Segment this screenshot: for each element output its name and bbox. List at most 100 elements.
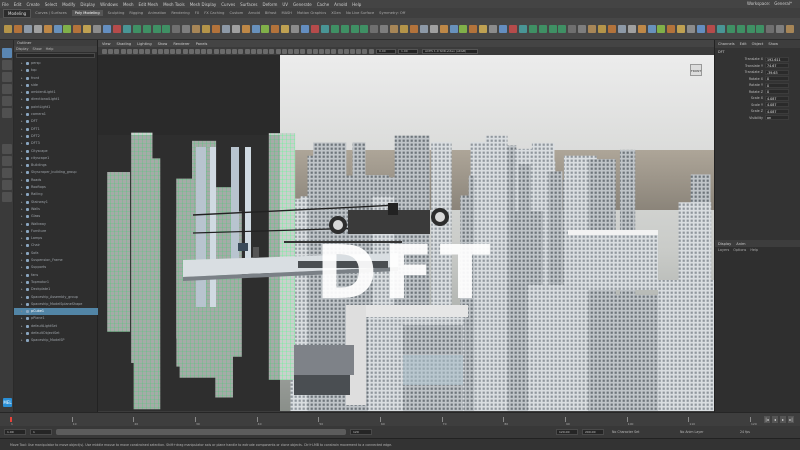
mirror-icon[interactable] — [152, 25, 161, 33]
bridge-icon[interactable] — [489, 25, 498, 33]
sculpt-icon[interactable] — [786, 25, 795, 33]
viewport-toolbar-icon[interactable] — [232, 48, 238, 54]
menu-create[interactable]: Create — [26, 2, 39, 7]
step-back-icon[interactable]: ◂ — [772, 416, 778, 423]
mirror-icon[interactable] — [548, 25, 557, 33]
expand-arrow-icon[interactable]: ▸ — [21, 126, 23, 133]
torus-icon[interactable] — [43, 25, 52, 33]
expand-arrow-icon[interactable]: ▸ — [21, 323, 23, 330]
outliner-item[interactable]: ▸ Spaceship_Assembly_group — [14, 294, 98, 301]
viewport-toolbar-icon[interactable] — [294, 48, 300, 54]
viewport-toolbar-icon[interactable] — [108, 48, 114, 54]
expand-arrow-icon[interactable]: ▸ — [21, 184, 23, 191]
plane-icon[interactable] — [33, 25, 42, 33]
cylinder-icon[interactable] — [23, 25, 32, 33]
live-surface-label[interactable]: No Live Surface — [346, 11, 374, 15]
viewport-toolbar-icon[interactable] — [170, 48, 176, 54]
extrude-icon[interactable] — [83, 25, 92, 33]
menu-surfaces[interactable]: Surfaces — [240, 2, 257, 7]
viewport-toolbar-icon[interactable] — [250, 48, 256, 54]
extrude-icon[interactable] — [677, 25, 686, 33]
step-forward-icon[interactable]: ▸| — [788, 416, 794, 423]
playback-end-field[interactable]: 120 — [350, 429, 372, 435]
paint-select-tool-icon[interactable] — [2, 72, 12, 82]
fill-hole-icon[interactable] — [706, 25, 715, 33]
outliner-item[interactable]: ▸ Rooftops — [14, 184, 98, 191]
menu-generate[interactable]: Generate — [293, 2, 312, 7]
quadrangulate-icon[interactable] — [172, 25, 181, 33]
viewport-toolbar-icon[interactable] — [238, 48, 244, 54]
channel-value[interactable]: 192.611 — [765, 56, 789, 62]
bridge-icon[interactable] — [93, 25, 102, 33]
expand-arrow-icon[interactable]: ▸ — [21, 272, 23, 279]
character-set-dropdown[interactable]: No Character Set — [612, 430, 639, 434]
smooth-icon[interactable] — [142, 25, 151, 33]
viewport-toolbar-icon[interactable] — [176, 48, 182, 54]
expand-arrow-icon[interactable]: ▸ — [21, 140, 23, 147]
scale-tool-icon[interactable] — [2, 108, 12, 118]
animation-end2-field[interactable]: 200.00 — [582, 429, 604, 435]
outliner-item[interactable]: ▸ Topmotor1 — [14, 279, 98, 286]
shelf-tab-mash[interactable]: MASH — [281, 11, 292, 15]
shelf-tab-sculpting[interactable]: Sculpting — [108, 11, 125, 15]
outliner-item[interactable]: ▸ Cityscape — [14, 148, 98, 155]
expand-arrow-icon[interactable]: ▸ — [21, 221, 23, 228]
bevel-icon[interactable] — [103, 25, 111, 33]
expand-arrow-icon[interactable]: ▸ — [21, 118, 23, 125]
camera-far-field[interactable]: 1.00 — [398, 48, 418, 54]
viewport-toolbar-icon[interactable] — [145, 48, 151, 54]
layer-tab-display[interactable]: Display — [718, 242, 731, 246]
channel-box-tab-object[interactable]: Object — [752, 42, 764, 46]
panel-menu-lighting[interactable]: Lighting — [137, 42, 152, 46]
extrude-icon[interactable] — [479, 25, 488, 33]
outliner-item[interactable]: ▸ camera1 — [14, 111, 98, 118]
cube-icon[interactable] — [202, 25, 210, 33]
viewport-toolbar-icon[interactable] — [288, 48, 293, 54]
expand-arrow-icon[interactable]: ▸ — [21, 337, 23, 344]
viewport-toolbar-icon[interactable] — [257, 48, 262, 54]
outliner-item[interactable]: ▸ Furniture — [14, 228, 98, 235]
boolean-icon[interactable] — [330, 25, 339, 33]
cone-icon[interactable] — [251, 25, 260, 33]
viewport-toolbar-icon[interactable] — [362, 48, 368, 54]
plane-icon[interactable] — [627, 25, 636, 33]
outliner-item[interactable]: ▸ Supports — [14, 264, 98, 271]
panel-menu-panels[interactable]: Panels — [196, 42, 208, 46]
menu-cache[interactable]: Cache — [317, 2, 329, 7]
expand-arrow-icon[interactable]: ▸ — [21, 213, 23, 220]
mirror-icon[interactable] — [350, 25, 359, 33]
boolean-icon[interactable] — [726, 25, 735, 33]
viewport-toolbar-icon[interactable] — [201, 48, 207, 54]
outliner-item[interactable]: ▸ Sofa — [14, 250, 98, 257]
menu-mesh[interactable]: Mesh — [123, 2, 134, 7]
channel-value[interactable]: 0 — [765, 89, 789, 95]
menu-edit[interactable]: Edit — [14, 2, 22, 7]
expand-arrow-icon[interactable]: ▸ — [21, 315, 23, 322]
torus-icon[interactable] — [637, 25, 646, 33]
channel-value[interactable]: 74.67 — [765, 63, 789, 69]
bridge-icon[interactable] — [687, 25, 696, 33]
viewport-toolbar-icon[interactable] — [343, 48, 349, 54]
quadrangulate-icon[interactable] — [568, 25, 577, 33]
expand-arrow-icon[interactable]: ▸ — [21, 301, 23, 308]
menu-deform[interactable]: Deform — [262, 2, 277, 7]
cone-icon[interactable] — [53, 25, 62, 33]
uv-icon[interactable] — [380, 25, 389, 33]
viewport-toolbar-icon[interactable] — [319, 48, 324, 54]
viewport-toolbar-icon[interactable] — [312, 48, 318, 54]
sphere-icon[interactable] — [409, 25, 418, 33]
outliner-item[interactable]: ▸ Chair — [14, 242, 98, 249]
expand-arrow-icon[interactable]: ▸ — [21, 169, 23, 176]
combine-icon[interactable] — [63, 25, 72, 33]
viewport-toolbar-icon[interactable] — [188, 48, 194, 54]
expand-arrow-icon[interactable]: ▸ — [21, 286, 23, 293]
expand-arrow-icon[interactable]: ▸ — [21, 264, 23, 271]
symmetry-label[interactable]: Symmetry: Off — [379, 11, 405, 15]
outliner-search-input[interactable] — [16, 53, 95, 58]
sculpt-icon[interactable] — [192, 25, 201, 33]
menu-arnold[interactable]: Arnold — [334, 2, 347, 7]
menu-select[interactable]: Select — [45, 2, 57, 7]
uv-icon[interactable] — [578, 25, 587, 33]
panel-menu-renderer[interactable]: Renderer — [173, 42, 189, 46]
menu-mesh-display[interactable]: Mesh Display — [190, 2, 217, 7]
